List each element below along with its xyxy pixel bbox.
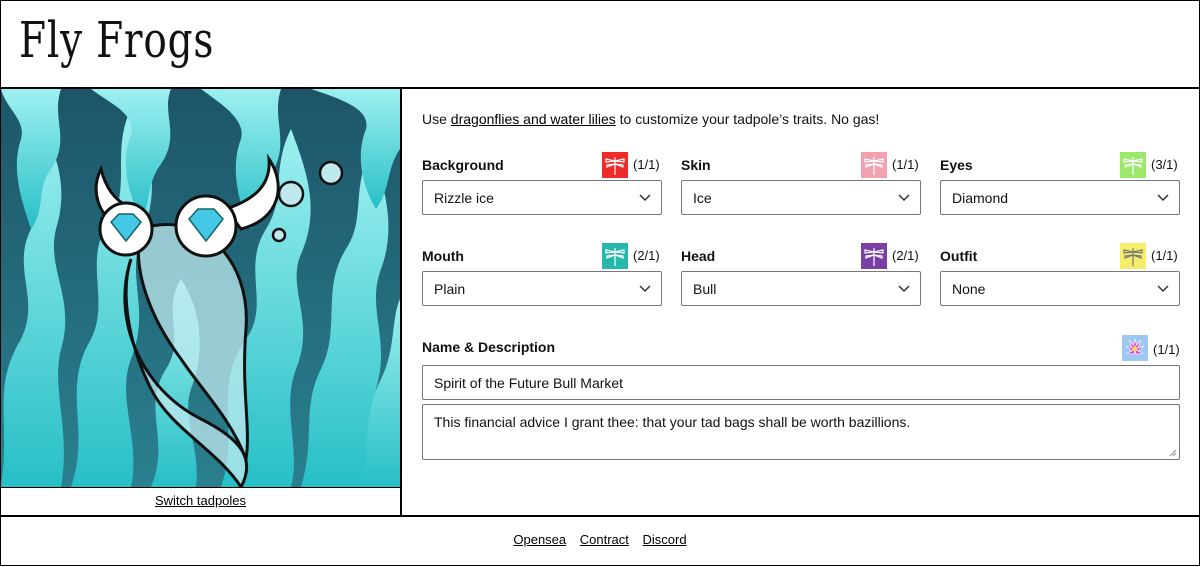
tadpole-artwork [1,89,400,488]
dragonfly-icon [861,152,887,178]
eyes-select[interactable]: Diamond [940,180,1180,215]
dragonflies-lilies-link[interactable]: dragonflies and water lilies [451,111,616,127]
intro-text-end: to customize your tadpole’s traits. No g… [615,111,880,127]
trait-label: Head [681,248,716,264]
intro-text: Use dragonflies and water lilies to cust… [422,111,879,127]
select-value: None [952,281,986,297]
switch-tadpoles-link[interactable]: Switch tadpoles [1,493,400,508]
select-value: Rizzle ice [434,190,494,206]
mouth-select[interactable]: Plain [422,271,662,306]
intro-text-start: Use [422,111,451,127]
chevron-down-icon [1157,285,1169,293]
select-value: Plain [434,281,466,297]
dragonfly-icon [602,152,628,178]
site-logo[interactable]: Fly Frogs [19,11,214,69]
skin-select[interactable]: Ice [681,180,921,215]
trait-label: Skin [681,157,711,173]
trait-count: (1/1) [892,157,919,172]
trait-count: (2/1) [892,248,919,263]
outfit-select[interactable]: None [940,271,1180,306]
name-count: (1/1) [1153,342,1180,357]
dragonfly-icon [861,243,887,269]
trait-count: (1/1) [1151,248,1178,263]
name-value: Spirit of the Future Bull Market [434,375,624,391]
trait-count: (2/1) [633,248,660,263]
site-header: Fly Frogs [1,1,1199,89]
dragonfly-icon [1120,152,1146,178]
trait-label: Outfit [940,248,978,264]
trait-count: (1/1) [633,157,660,172]
chevron-down-icon [898,285,910,293]
water-lily-icon [1122,335,1148,361]
name-description-label: Name & Description [422,339,556,355]
app-frame: Fly Frogs Switch tadpoles Use dragonflie… [0,0,1200,566]
tadpole-preview-panel: Switch tadpoles [1,89,402,515]
contract-link[interactable]: Contract [580,532,629,547]
select-value: Diamond [952,190,1009,206]
dragonfly-icon [602,243,628,269]
dragonfly-icon [1120,243,1146,269]
trait-label: Background [422,157,504,173]
trait-label: Eyes [940,157,973,173]
chevron-down-icon [639,285,651,293]
select-value: Bull [693,281,717,297]
chevron-down-icon [639,194,651,202]
name-input[interactable]: Spirit of the Future Bull Market [422,365,1180,400]
resize-grip-icon[interactable] [1169,449,1177,457]
site-footer: Opensea Contract Discord [1,515,1199,567]
footer-links: Opensea Contract Discord [1,532,1199,547]
chevron-down-icon [1157,194,1169,202]
opensea-link[interactable]: Opensea [513,532,566,547]
chevron-down-icon [898,194,910,202]
discord-link[interactable]: Discord [643,532,687,547]
description-value: This financial advice I grant thee: that… [434,414,911,430]
select-value: Ice [693,190,712,206]
trait-label: Mouth [422,248,464,264]
trait-editor: Use dragonflies and water lilies to cust… [402,89,1199,515]
head-select[interactable]: Bull [681,271,921,306]
background-select[interactable]: Rizzle ice [422,180,662,215]
trait-count: (3/1) [1151,157,1178,172]
description-textarea[interactable]: This financial advice I grant thee: that… [422,404,1180,460]
